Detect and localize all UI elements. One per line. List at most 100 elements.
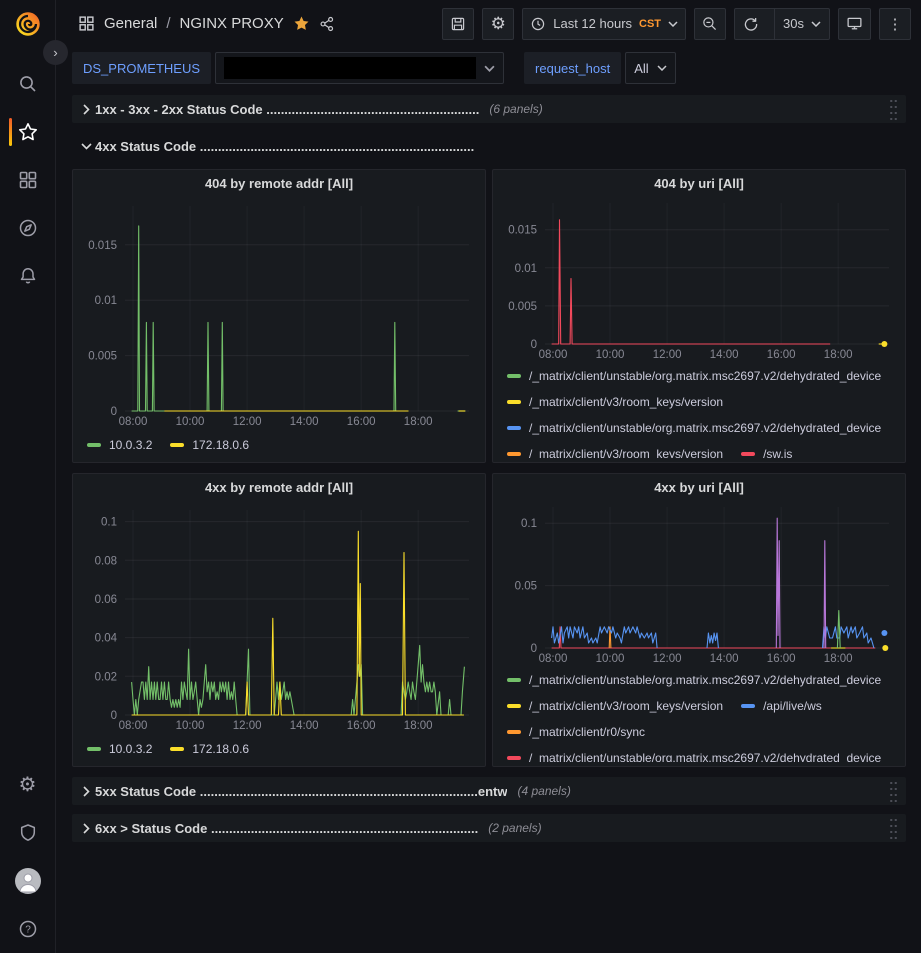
chevron-down-icon (484, 65, 495, 72)
panel-title[interactable]: 4xx by remote addr [All] (81, 474, 477, 502)
datasource-label[interactable]: DS_PROMETHEUS (72, 52, 211, 84)
time-range-label: Last 12 hours (553, 16, 632, 31)
sidebar-item-search[interactable] (0, 60, 56, 108)
refresh-button[interactable] (735, 9, 767, 39)
chevron-down-icon (657, 65, 667, 71)
legend-item[interactable]: /_matrix/client/v3/room_keys/version (507, 693, 723, 719)
sidebar-item-help[interactable]: ? (0, 905, 56, 953)
timeseries-chart[interactable]: 08:0010:0012:0014:0016:0018:0000.0050.01… (81, 198, 477, 428)
row-6xx[interactable]: 6xx > Status Code ......................… (72, 814, 906, 842)
row-drag-handle[interactable] (889, 780, 898, 803)
svg-text:0.01: 0.01 (95, 295, 117, 307)
legend-item[interactable]: /_matrix/client/unstable/org.matrix.msc2… (507, 415, 881, 441)
chevron-down-icon (811, 21, 821, 27)
svg-text:08:00: 08:00 (119, 720, 148, 732)
dashboard-settings-button[interactable]: ⚙ (482, 8, 514, 40)
refresh-interval-dropdown[interactable]: 30s (774, 9, 829, 39)
breadcrumb-section[interactable]: General (104, 15, 157, 32)
panel-title[interactable]: 404 by uri [All] (501, 170, 897, 195)
legend-swatch (507, 374, 521, 378)
monitor-icon (846, 15, 863, 32)
legend-swatch (507, 426, 521, 430)
timeseries-chart[interactable]: 08:0010:0012:0014:0016:0018:0000.020.040… (81, 502, 477, 732)
svg-text:0.005: 0.005 (88, 351, 117, 363)
timeseries-chart[interactable]: 08:0010:0012:0014:0016:0018:0000.050.1 (501, 499, 897, 665)
sidebar-item-dashboards[interactable] (0, 156, 56, 204)
legend-swatch (741, 452, 755, 456)
svg-text:18:00: 18:00 (824, 349, 853, 361)
legend-item[interactable]: /_matrix/client/unstable/org.matrix.msc2… (507, 745, 881, 762)
share-icon[interactable] (319, 16, 335, 32)
panel-4xx-by-uri: 4xx by uri [All] 08:0010:0012:0014:0016:… (492, 473, 906, 767)
svg-text:0.02: 0.02 (95, 671, 117, 683)
legend-label: /_matrix/client/unstable/org.matrix.msc2… (529, 673, 881, 687)
bell-icon (18, 266, 38, 286)
kebab-menu-button[interactable]: ⋮ (879, 8, 911, 40)
svg-text:16:00: 16:00 (767, 349, 796, 361)
panel-grid-row-1: 404 by remote addr [All] 08:0010:0012:00… (72, 169, 906, 463)
panel-title[interactable]: 404 by remote addr [All] (81, 170, 477, 198)
apps-grid-icon (78, 15, 95, 32)
panel-4xx-by-remote-addr: 4xx by remote addr [All] 08:0010:0012:00… (72, 473, 486, 767)
chevron-right-icon (77, 104, 95, 115)
chart-svg: 08:0010:0012:0014:0016:0018:0000.0050.01… (81, 198, 477, 428)
time-range-picker[interactable]: Last 12 hours CST (522, 8, 686, 40)
legend-item[interactable]: 10.0.3.2 (87, 432, 152, 458)
panel-title[interactable]: 4xx by uri [All] (501, 474, 897, 499)
legend-item[interactable]: /_matrix/client/unstable/org.matrix.msc2… (507, 363, 881, 389)
svg-text:12:00: 12:00 (653, 653, 682, 665)
svg-text:?: ? (25, 925, 31, 936)
legend-item[interactable]: /_matrix/client/v3/room_keys/version (507, 441, 723, 458)
row-5xx[interactable]: 5xx Status Code ........................… (72, 777, 906, 805)
request-host-dropdown[interactable]: All (625, 52, 675, 84)
row-title: 4xx Status Code ........................… (95, 139, 474, 154)
datasource-value-redacted (224, 57, 476, 79)
row-drag-handle[interactable] (889, 817, 898, 840)
sidebar-item-alerting[interactable] (0, 252, 56, 300)
timeseries-chart[interactable]: 08:0010:0012:0014:0016:0018:0000.0050.01… (501, 195, 897, 361)
legend-swatch (507, 400, 521, 404)
legend-label: /_matrix/client/v3/room_keys/version (529, 447, 723, 458)
legend-item[interactable]: 172.18.0.6 (170, 736, 249, 762)
svg-text:10:00: 10:00 (176, 416, 205, 428)
request-host-value: All (634, 61, 648, 76)
chart-svg: 08:0010:0012:0014:0016:0018:0000.020.040… (81, 502, 477, 732)
legend-label: /_matrix/client/unstable/org.matrix.msc2… (529, 751, 881, 762)
row-title: 1xx - 3xx - 2xx Status Code ............… (95, 102, 479, 117)
favorite-star-icon[interactable] (293, 15, 310, 32)
zoom-out-time-button[interactable] (694, 8, 726, 40)
refresh-picker[interactable]: 30s (734, 8, 830, 40)
sidebar-item-configuration[interactable]: ⚙ (0, 761, 56, 809)
save-dashboard-button[interactable] (442, 8, 474, 40)
legend-item[interactable]: 10.0.3.2 (87, 736, 152, 762)
sidebar-item-starred[interactable] (0, 108, 56, 156)
active-indicator (9, 118, 12, 146)
grafana-logo-icon[interactable] (13, 9, 43, 39)
row-drag-handle[interactable] (889, 98, 898, 121)
datasource-dropdown[interactable] (215, 52, 504, 84)
legend-label: /api/live/ws (763, 699, 822, 713)
svg-text:10:00: 10:00 (596, 653, 625, 665)
svg-text:14:00: 14:00 (290, 720, 319, 732)
svg-text:0.01: 0.01 (515, 263, 537, 275)
legend-item[interactable]: /sw.js (741, 441, 792, 458)
sidebar-item-explore[interactable] (0, 204, 56, 252)
chart-legend: /_matrix/client/unstable/org.matrix.msc2… (501, 667, 897, 762)
sidebar-bottom-nav: ⚙ ? (0, 761, 56, 953)
legend-item[interactable]: /api/live/ws (741, 693, 822, 719)
legend-item[interactable]: /_matrix/client/v3/room_keys/version (507, 389, 723, 415)
legend-swatch (507, 452, 521, 456)
tv-mode-button[interactable] (838, 8, 871, 40)
sidebar-item-server-admin[interactable] (0, 809, 56, 857)
svg-text:0.005: 0.005 (508, 301, 537, 313)
legend-label: /_matrix/client/v3/room_keys/version (529, 395, 723, 409)
dashboard-title[interactable]: NGINX PROXY (180, 15, 284, 32)
sidebar-expand-button[interactable]: › (43, 40, 68, 65)
row-1xx-3xx-2xx[interactable]: 1xx - 3xx - 2xx Status Code ............… (72, 95, 906, 123)
request-host-label[interactable]: request_host (524, 52, 621, 84)
sidebar-item-profile[interactable] (0, 857, 56, 905)
row-4xx[interactable]: 4xx Status Code ........................… (72, 132, 906, 160)
legend-item[interactable]: /_matrix/client/unstable/org.matrix.msc2… (507, 667, 881, 693)
legend-item[interactable]: 172.18.0.6 (170, 432, 249, 458)
legend-item[interactable]: /_matrix/client/r0/sync (507, 719, 645, 745)
